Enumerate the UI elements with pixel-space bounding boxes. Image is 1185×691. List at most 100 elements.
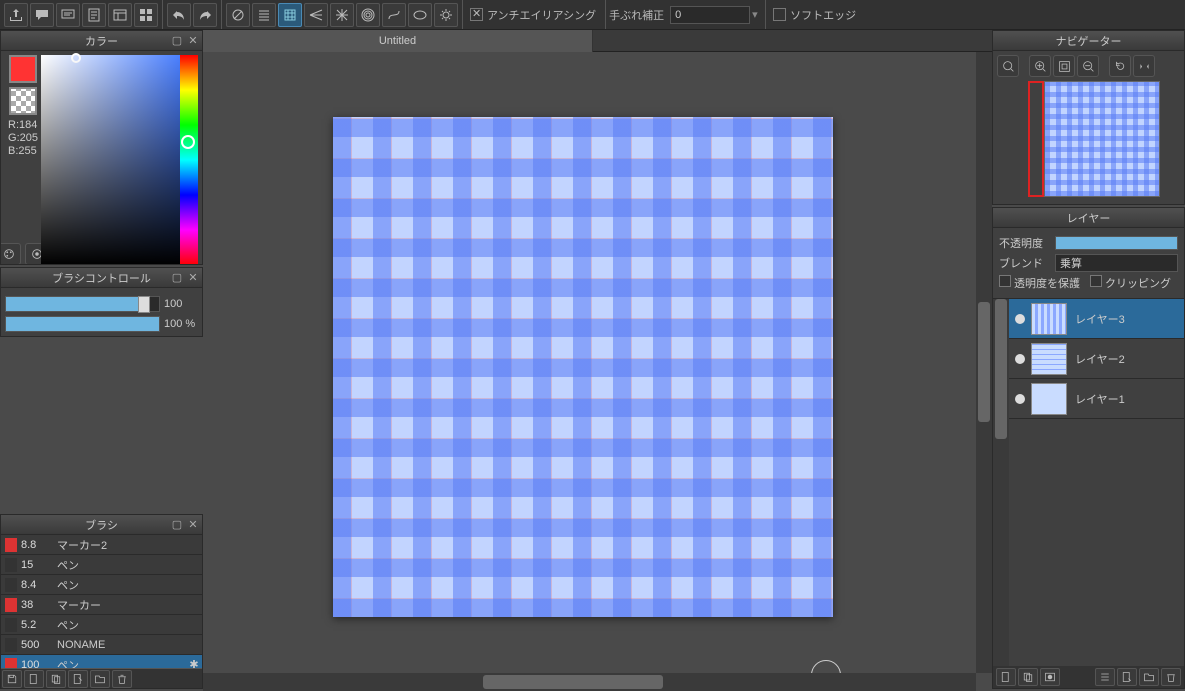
document-tab[interactable]: Untitled <box>203 30 593 52</box>
layout-icon[interactable] <box>108 3 132 27</box>
layer-item[interactable]: レイヤー2 <box>1009 339 1184 379</box>
softedge-label: ソフトエッジ <box>790 7 856 23</box>
brush-item[interactable]: 38 マーカー <box>1 595 202 615</box>
grid-icon[interactable] <box>134 3 158 27</box>
popout-icon[interactable]: ▢ <box>170 34 184 48</box>
new-layer-icon[interactable] <box>996 668 1016 686</box>
new-icon[interactable] <box>24 670 44 688</box>
nav-viewport[interactable] <box>1028 81 1044 197</box>
layer-item[interactable]: レイヤー3 <box>1009 299 1184 339</box>
scroll-thumb[interactable] <box>978 302 990 422</box>
export-icon[interactable] <box>4 3 28 27</box>
zoom-in-icon[interactable] <box>1029 55 1051 77</box>
hue-handle[interactable] <box>181 135 195 149</box>
tool-curve-icon[interactable] <box>382 3 406 27</box>
layer-item[interactable]: レイヤー1 <box>1009 379 1184 419</box>
layer-opacity-slider[interactable] <box>1055 236 1178 250</box>
brush-size: 15 <box>21 559 57 571</box>
brush-name: マーカー2 <box>57 537 202 553</box>
brush-item[interactable]: 5.2 ペン <box>1 615 202 635</box>
redo-button[interactable] <box>193 3 217 27</box>
folder-icon[interactable] <box>90 670 110 688</box>
document-icon[interactable] <box>82 3 106 27</box>
save-icon[interactable] <box>2 670 22 688</box>
close-icon[interactable]: ✕ <box>186 518 200 532</box>
brush-toolbar <box>1 668 202 688</box>
close-icon[interactable]: ✕ <box>186 271 200 285</box>
color-panel: カラー ▢✕ R:184G:205B:255 <box>0 30 203 265</box>
tool-grid-icon[interactable] <box>278 3 302 27</box>
tool-parallel-icon[interactable] <box>252 3 276 27</box>
center-area: Untitled <box>203 30 992 691</box>
zoom-out-icon[interactable] <box>1077 55 1099 77</box>
nav-thumb <box>1044 81 1160 197</box>
opacity-label: 不透明度 <box>999 235 1049 251</box>
brush-item[interactable]: 500 NONAME <box>1 635 202 655</box>
mask-icon[interactable] <box>1040 668 1060 686</box>
brush-item[interactable]: 15 ペン <box>1 555 202 575</box>
sv-handle[interactable] <box>71 53 81 63</box>
brush-color-chip <box>5 558 17 572</box>
merge-icon[interactable] <box>1095 668 1115 686</box>
tool-none-icon[interactable] <box>226 3 250 27</box>
visibility-toggle[interactable] <box>1015 394 1025 404</box>
brush-item[interactable]: 100 ペン ✱ <box>1 655 202 668</box>
antialias-checkbox[interactable] <box>470 8 483 21</box>
tool-radial-icon[interactable] <box>330 3 354 27</box>
duplicate-icon[interactable] <box>46 670 66 688</box>
new2-icon[interactable] <box>1117 668 1137 686</box>
brush-item[interactable]: 8.4 ペン <box>1 575 202 595</box>
tool-concentric-icon[interactable] <box>356 3 380 27</box>
canvas-area[interactable] <box>203 52 992 691</box>
popout-icon[interactable]: ▢ <box>170 518 184 532</box>
preserve-opacity-checkbox[interactable]: 透明度を保護 <box>999 275 1080 291</box>
visibility-toggle[interactable] <box>1015 354 1025 364</box>
sv-field[interactable] <box>41 55 180 264</box>
rotate-ccw-icon[interactable] <box>1109 55 1131 77</box>
scroll-thumb[interactable] <box>483 675 663 689</box>
delete-icon[interactable] <box>112 670 132 688</box>
layer-name: レイヤー1 <box>1075 391 1184 407</box>
zoom-actual-icon[interactable] <box>997 55 1019 77</box>
layer-thumb <box>1031 303 1067 335</box>
folder-icon[interactable] <box>1139 668 1159 686</box>
copy-layer-icon[interactable] <box>1018 668 1038 686</box>
canvas[interactable] <box>333 117 833 617</box>
edit-icon[interactable] <box>68 670 88 688</box>
clipping-checkbox[interactable]: クリッピング <box>1090 275 1171 291</box>
brush-item[interactable]: 8.8 マーカー2 <box>1 535 202 555</box>
hue-strip[interactable] <box>180 55 198 264</box>
brush-opacity-slider[interactable] <box>5 316 160 332</box>
tool-ellipse-icon[interactable] <box>408 3 432 27</box>
flip-icon[interactable] <box>1133 55 1155 77</box>
visibility-toggle[interactable] <box>1015 314 1025 324</box>
scroll-thumb[interactable] <box>995 299 1007 439</box>
dropdown-icon[interactable]: ▾ <box>752 8 760 21</box>
fg-swatch[interactable] <box>9 55 37 83</box>
zoom-fit-icon[interactable] <box>1053 55 1075 77</box>
blend-select[interactable]: 乗算 <box>1055 254 1178 272</box>
layer-scrollbar[interactable] <box>993 299 1009 666</box>
bg-swatch[interactable] <box>9 87 37 115</box>
horizontal-scrollbar[interactable] <box>203 673 976 691</box>
brush-size: 100 <box>21 659 57 669</box>
stabilizer-input[interactable] <box>670 6 750 24</box>
brush-size-slider[interactable] <box>5 296 160 312</box>
tool-settings-icon[interactable] <box>434 3 458 27</box>
blend-label: ブレンド <box>999 255 1049 271</box>
gear-icon[interactable]: ✱ <box>186 658 202 668</box>
chat-icon[interactable] <box>56 3 80 27</box>
delete-layer-icon[interactable] <box>1161 668 1181 686</box>
speech-icon[interactable] <box>30 3 54 27</box>
layer-thumb <box>1031 343 1067 375</box>
top-toolbar: アンチエイリアシング 手ぶれ補正 ▾ ソフトエッジ <box>0 0 1185 30</box>
vertical-scrollbar[interactable] <box>976 52 992 673</box>
brush-panel: ブラシ ▢✕ 8.8 マーカー2 15 ペン 8.4 ペン 38 マーカー 5.… <box>0 514 203 689</box>
close-icon[interactable]: ✕ <box>186 34 200 48</box>
undo-button[interactable] <box>167 3 191 27</box>
palette-a-icon[interactable] <box>1 243 21 264</box>
softedge-checkbox[interactable] <box>773 8 786 21</box>
nav-preview[interactable] <box>1014 81 1164 197</box>
popout-icon[interactable]: ▢ <box>170 271 184 285</box>
tool-vanish-icon[interactable] <box>304 3 328 27</box>
